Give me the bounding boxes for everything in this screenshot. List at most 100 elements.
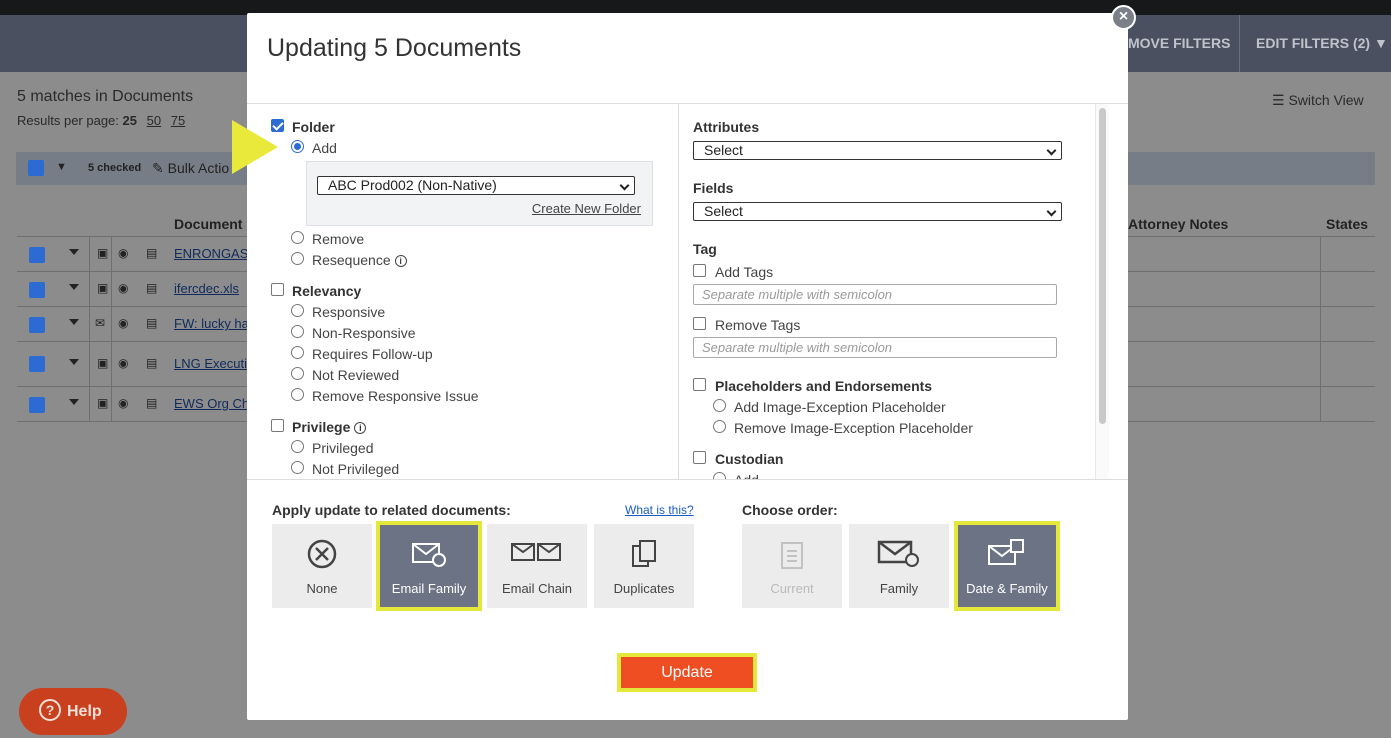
presentation-icon[interactable]: ▤ [146,316,157,330]
results-per-page: Results per page: 25 50 75 [17,113,185,128]
info-icon[interactable]: i [354,422,367,434]
chevron-down-icon[interactable] [69,359,79,365]
bulk-actions-label: Bulk Actio [167,160,230,176]
chevron-down-icon[interactable] [69,319,79,325]
related-email-chain-tile[interactable]: Email Chain [487,524,587,608]
relevancy-label: Relevancy [292,283,362,299]
tile-label: Family [879,581,919,596]
folder-select-panel: ABC Prod002 (Non-Native) Create New Fold… [306,161,653,226]
add-tags-checkbox[interactable] [693,264,706,277]
update-documents-modal: Updating 5 Documents Folder Add ABC Prod… [247,13,1128,720]
tile-label: Current [770,581,814,596]
fields-select[interactable]: Select [693,202,1062,221]
duplicates-icon [632,540,656,567]
options-scrollbar[interactable] [1095,104,1109,480]
per-page-25[interactable]: 25 [123,113,137,128]
column-states[interactable]: States [1326,216,1368,232]
order-date-family-tile[interactable]: Date & Family [954,521,1060,611]
eye-icon[interactable]: ◉ [118,396,128,410]
presentation-icon[interactable]: ▤ [146,281,157,295]
custodian-checkbox[interactable] [693,451,706,464]
column-document[interactable]: Document [174,216,242,232]
pointer-arrow-icon [232,120,278,174]
folder-select[interactable]: ABC Prod002 (Non-Native) [317,176,635,195]
document-link[interactable]: ifercdec.xls [174,281,239,296]
related-duplicates-tile[interactable]: Duplicates [594,524,694,608]
excel-icon: ▣ [97,281,109,295]
not-privileged-radio[interactable] [291,461,304,474]
presentation-icon[interactable]: ▤ [146,396,157,410]
edit-filters-button[interactable]: EDIT FILTERS (2) ▼ [1239,15,1391,72]
attributes-label: Attributes [693,119,760,135]
relevancy-responsive-radio[interactable] [291,304,304,317]
relevancy-follow-up-radio[interactable] [291,346,304,359]
row-checkbox[interactable] [29,247,45,263]
chevron-down-icon[interactable] [69,249,79,255]
relevancy-option-label: Responsive [312,304,386,320]
add-placeholder-radio[interactable] [713,399,726,412]
eye-icon[interactable]: ◉ [118,281,128,295]
document-link[interactable]: FW: lucky ha [174,316,249,331]
folder-remove-radio[interactable] [291,231,304,244]
placeholders-checkbox[interactable] [693,378,706,391]
remove-filters-button[interactable]: MOVE FILTERS [1128,15,1230,72]
remove-placeholder-radio[interactable] [713,420,726,433]
per-page-75[interactable]: 75 [171,113,185,128]
relevancy-option-label: Remove Responsive Issue [312,388,479,404]
order-family-tile[interactable]: Family [849,524,949,608]
row-checkbox[interactable] [29,356,45,372]
relevancy-option-label: Non-Responsive [312,325,416,341]
relevancy-non-responsive-radio[interactable] [291,325,304,338]
related-email-family-tile[interactable]: Email Family [376,521,482,611]
eye-icon[interactable]: ◉ [118,356,128,370]
add-tags-input[interactable]: Separate multiple with semicolon [693,284,1057,305]
chevron-down-icon[interactable] [69,399,79,405]
eye-icon[interactable]: ◉ [118,316,128,330]
row-checkbox[interactable] [29,282,45,298]
privilege-checkbox[interactable] [271,419,284,432]
info-icon[interactable]: i [394,255,407,267]
relevancy-option-label: Not Reviewed [312,367,400,383]
presentation-icon[interactable]: ▤ [146,356,157,370]
eye-icon[interactable]: ◉ [118,246,128,260]
folder-add-radio[interactable] [291,140,304,153]
remove-placeholder-label: Remove Image-Exception Placeholder [734,420,973,436]
pencil-icon: ✎ [152,160,168,176]
question-icon: ? [39,698,61,721]
close-icon[interactable]: × [1111,5,1136,30]
modal-title: Updating 5 Documents [267,34,522,62]
left-options-pane[interactable]: Folder Add ABC Prod002 (Non-Native) Crea… [247,104,677,480]
relevancy-remove-issue-radio[interactable] [291,388,304,401]
placeholders-label: Placeholders and Endorsements [715,378,933,394]
privilege-label: Privilege i [292,419,367,435]
remove-tags-checkbox[interactable] [693,317,706,330]
folder-resequence-label: Resequence i [312,252,407,268]
select-all-checkbox[interactable] [28,160,44,176]
document-link[interactable]: ENRONGAS( [174,246,253,261]
relevancy-not-reviewed-radio[interactable] [291,367,304,380]
what-is-this-link[interactable]: What is this? [625,503,694,517]
chevron-down-icon[interactable] [69,284,79,290]
document-link[interactable]: LNG Executiv [174,356,253,371]
document-link[interactable]: EWS Org Cha [174,396,256,411]
update-button[interactable]: Update [617,653,757,692]
right-options-pane[interactable]: Attributes Select Fields Select Tag Add … [678,104,1095,480]
switch-view-button[interactable]: ☰ Switch View [1272,92,1364,109]
bulk-actions-button[interactable]: ✎ Bulk Actio [152,160,229,177]
remove-tags-input[interactable]: Separate multiple with semicolon [693,337,1057,358]
help-button[interactable]: ? Help [19,688,127,735]
related-none-tile[interactable]: None [272,524,372,608]
relevancy-checkbox[interactable] [271,283,284,296]
scrollbar-thumb[interactable] [1099,108,1106,424]
chevron-down-icon[interactable]: ▼ [56,161,67,173]
per-page-50[interactable]: 50 [147,113,161,128]
row-checkbox[interactable] [29,397,45,413]
presentation-icon[interactable]: ▤ [146,246,157,260]
row-checkbox[interactable] [29,317,45,333]
folder-resequence-radio[interactable] [291,252,304,265]
order-current-tile[interactable]: Current [742,524,842,608]
attributes-select[interactable]: Select [693,141,1062,160]
column-attorney-notes[interactable]: Attorney Notes [1128,216,1228,232]
create-new-folder-link[interactable]: Create New Folder [532,201,641,216]
privileged-radio[interactable] [291,440,304,453]
